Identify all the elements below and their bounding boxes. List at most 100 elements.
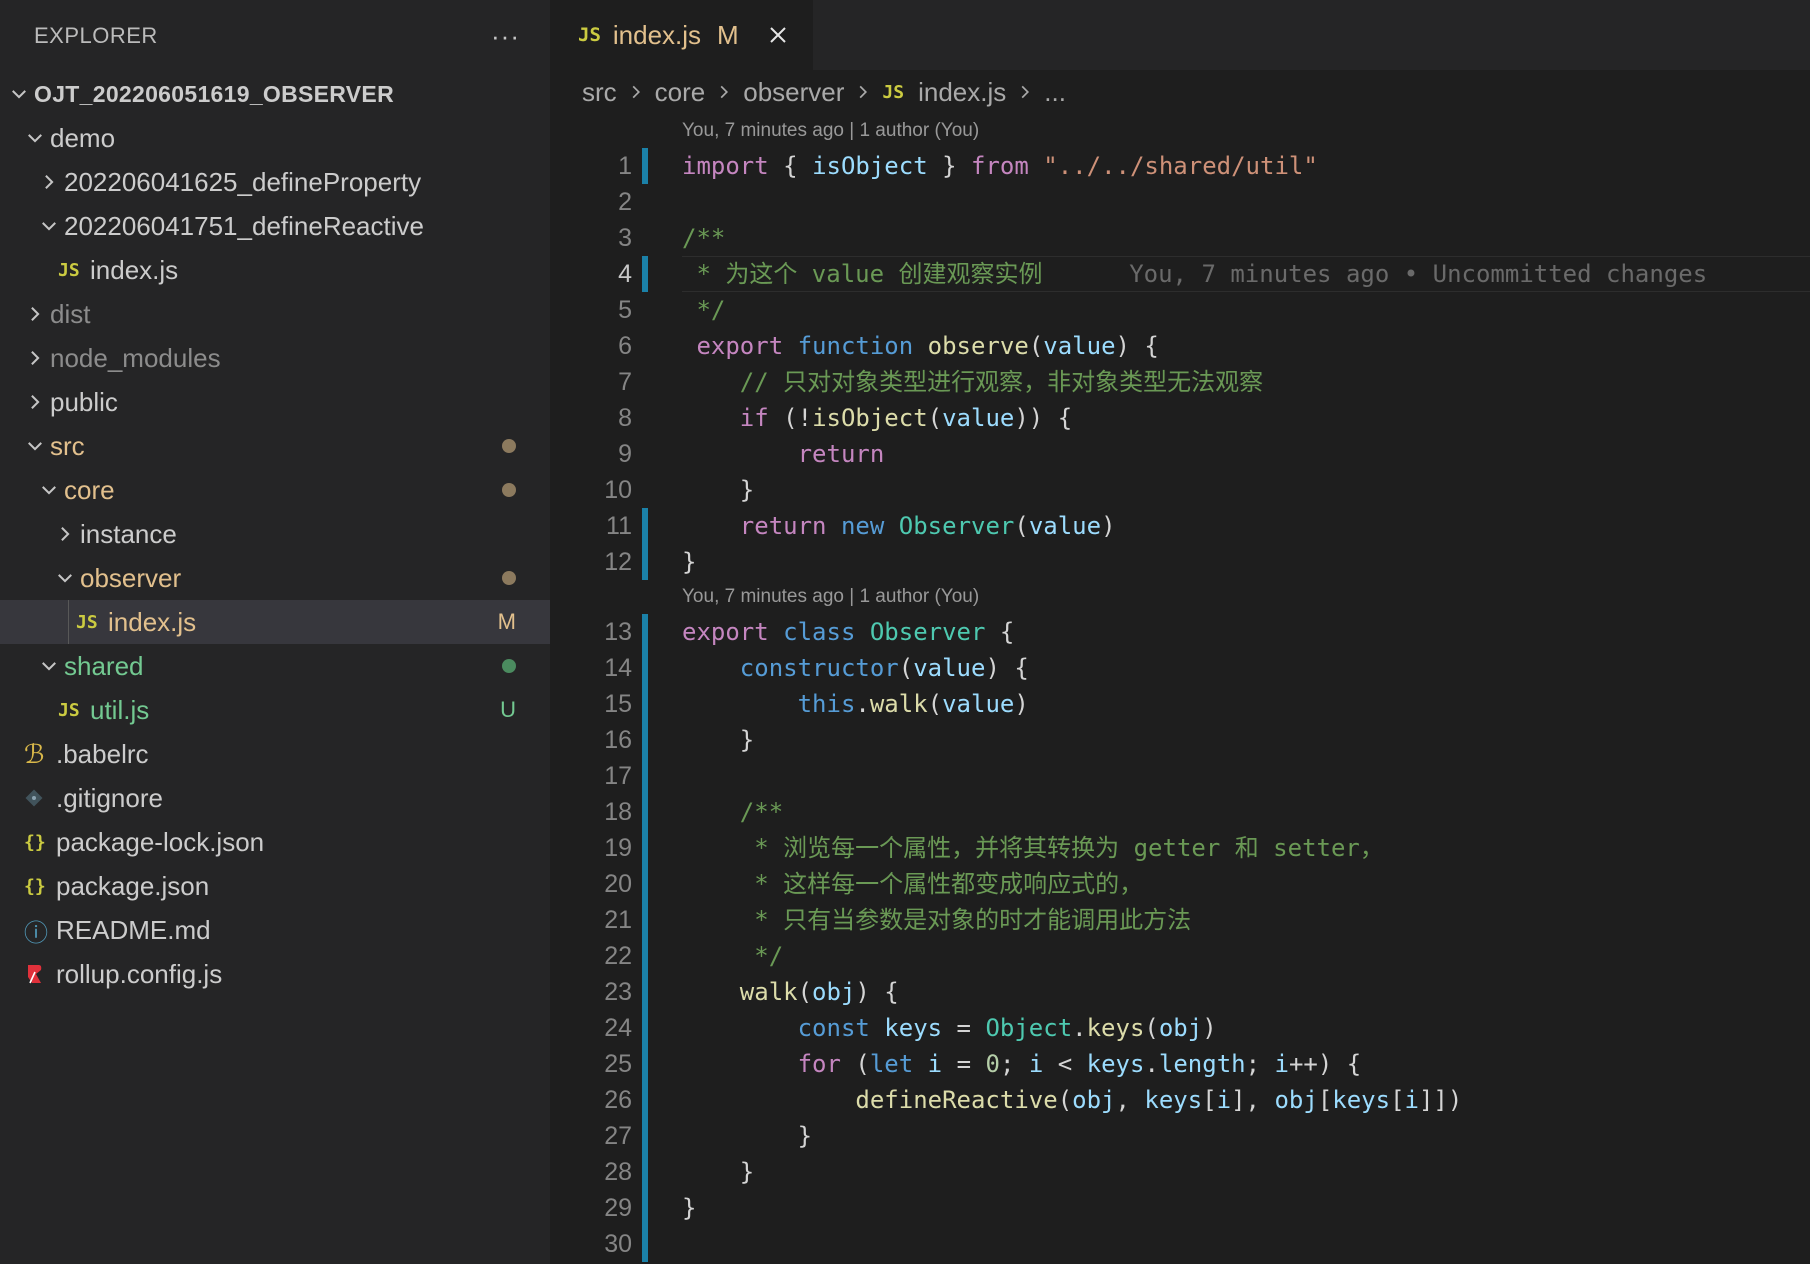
code-line: 5 */	[618, 296, 726, 324]
tree-file-util-js[interactable]: JS util.js U	[0, 688, 550, 732]
tree-item-label: package-lock.json	[56, 826, 265, 857]
js-file-icon: JS	[58, 259, 80, 281]
code-line: 11 return new Observer(value)	[550, 508, 1810, 544]
editor-area: JS index.js M src core observer JS index…	[550, 0, 1810, 1264]
code-line: 16 }	[550, 722, 1810, 758]
chevron-down-icon	[20, 116, 50, 160]
breadcrumb-item[interactable]: ...	[1044, 77, 1066, 108]
tree-folder-shared[interactable]: shared	[0, 644, 550, 688]
tree-item-label: rollup.config.js	[56, 958, 223, 989]
code-line: 22 */	[550, 938, 1810, 974]
modified-dot	[502, 468, 516, 512]
code-line: 18 /**	[550, 794, 1810, 830]
breadcrumb: src core observer JS index.js ...	[550, 70, 1810, 114]
code-line: 29}	[550, 1190, 1810, 1226]
tree-folder-dist[interactable]: dist	[0, 292, 550, 336]
code-line-active: 4 * 为这个 value 创建观察实例 You, 7 minutes ago …	[550, 256, 1810, 292]
tree-item-label: shared	[64, 650, 144, 681]
tab-label: index.js	[612, 19, 702, 50]
tree-folder-node-modules[interactable]: node_modules	[0, 336, 550, 380]
tree-item-label: core	[64, 474, 115, 505]
tree-item-label: README.md	[56, 914, 211, 945]
modified-dot	[502, 424, 516, 468]
tree-folder-demo[interactable]: demo	[0, 116, 550, 160]
explorer-header: EXPLORER ···	[0, 0, 550, 72]
tree-folder-definereactive[interactable]: 202206041751_defineReactive	[0, 204, 550, 248]
tree-folder-public[interactable]: public	[0, 380, 550, 424]
js-file-icon: JS	[76, 611, 98, 633]
tree-folder-instance[interactable]: instance	[0, 512, 550, 556]
codelens-blame[interactable]: You, 7 minutes ago | 1 author (You)	[550, 580, 1810, 614]
chevron-right-icon	[627, 83, 645, 101]
chevron-right-icon	[34, 160, 64, 204]
codelens-blame[interactable]: You, 7 minutes ago | 1 author (You)	[550, 114, 1810, 148]
indent-guide	[68, 600, 69, 644]
code-line: 14 constructor(value) {	[550, 650, 1810, 686]
tree-item-label: 202206041625_defineProperty	[64, 166, 422, 197]
tree-item-label: index.js	[90, 254, 179, 285]
code-line: 12}	[550, 544, 1810, 580]
code-line: 26 defineReactive(obj, keys[i], obj[keys…	[550, 1082, 1810, 1118]
code-line: 21 * 只有当参数是对象的时才能调用此方法	[550, 902, 1810, 938]
chevron-right-icon	[854, 83, 872, 101]
breadcrumb-item[interactable]: observer	[743, 77, 844, 108]
code-line: 27 }	[550, 1118, 1810, 1154]
explorer-sidebar: EXPLORER ··· OJT_202206051619_OBSERVER d…	[0, 0, 550, 1264]
tree-item-label: 202206041751_defineReactive	[64, 210, 424, 241]
code-editor[interactable]: You, 7 minutes ago | 1 author (You) 1 imp…	[550, 114, 1810, 1262]
modified-dot	[502, 556, 516, 600]
more-actions-icon[interactable]: ···	[491, 21, 520, 52]
inline-blame: You, 7 minutes ago • Uncommitted changes	[1129, 260, 1708, 288]
file-tree: OJT_202206051619_OBSERVER demo 202206041…	[0, 72, 550, 996]
git-status-badge: U	[500, 697, 516, 722]
chevron-down-icon	[34, 468, 64, 512]
chevron-right-icon	[1016, 83, 1034, 101]
tree-folder-defineproperty[interactable]: 202206041625_defineProperty	[0, 160, 550, 204]
chevron-right-icon	[20, 292, 50, 336]
code-line: 28 }	[550, 1154, 1810, 1190]
tree-file-observer-index-js[interactable]: JS index.js M	[0, 600, 550, 644]
tree-file-package-lock-json[interactable]: {} package-lock.json	[0, 820, 550, 864]
code-line: 19 * 浏览每一个属性，并将其转换为 getter 和 setter，	[550, 830, 1810, 866]
workspace-root-label: OJT_202206051619_OBSERVER	[34, 80, 394, 107]
info-icon: ⓘ	[24, 919, 48, 947]
workspace-root[interactable]: OJT_202206051619_OBSERVER	[0, 72, 550, 116]
tree-item-label: node_modules	[50, 342, 221, 373]
chevron-down-icon	[20, 424, 50, 468]
tree-item-label: index.js	[108, 606, 197, 637]
explorer-title: EXPLORER	[34, 23, 158, 48]
tree-file-package-json[interactable]: {} package.json	[0, 864, 550, 908]
code-line: 13 export class Observer {	[550, 614, 1810, 650]
close-icon[interactable]	[765, 22, 791, 48]
tree-file-readme[interactable]: ⓘ README.md	[0, 908, 550, 952]
git-icon	[24, 788, 56, 808]
code-line: 15 this.walk(value)	[550, 686, 1810, 722]
tab-bar: JS index.js M	[550, 0, 1810, 70]
tree-file-gitignore[interactable]: .gitignore	[0, 776, 550, 820]
chevron-right-icon	[20, 336, 50, 380]
breadcrumb-item[interactable]: core	[655, 77, 706, 108]
code-line: 25 for (let i = 0; i < keys.length; i++)…	[550, 1046, 1810, 1082]
breadcrumb-item[interactable]: src	[582, 77, 617, 108]
code-line: 24 const keys = Object.keys(obj)	[550, 1010, 1810, 1046]
tab-index-js[interactable]: JS index.js M	[550, 0, 813, 70]
tree-file-babelrc[interactable]: ℬ .babelrc	[0, 732, 550, 776]
json-icon: {}	[24, 831, 46, 853]
code-line: 9 return	[618, 440, 885, 468]
tree-item-label: public	[50, 386, 118, 417]
chevron-right-icon	[50, 512, 80, 556]
tree-item-label: .gitignore	[56, 782, 163, 813]
tree-folder-core[interactable]: core	[0, 468, 550, 512]
git-status-badge: M	[497, 609, 516, 634]
js-file-icon: JS	[58, 699, 80, 721]
breadcrumb-item[interactable]: index.js	[918, 77, 1006, 108]
tree-file-rollup-config[interactable]: rollup.config.js	[0, 952, 550, 996]
tree-folder-src[interactable]: src	[0, 424, 550, 468]
code-line: 2	[618, 188, 632, 216]
code-line: 7 // 只对对象类型进行观察，非对象类型无法观察	[618, 368, 1264, 396]
tree-item-label: src	[50, 430, 85, 461]
tree-item-label: dist	[50, 298, 91, 329]
chevron-right-icon	[715, 83, 733, 101]
tree-file-demo-index-js[interactable]: JS index.js	[0, 248, 550, 292]
tree-folder-observer[interactable]: observer	[0, 556, 550, 600]
